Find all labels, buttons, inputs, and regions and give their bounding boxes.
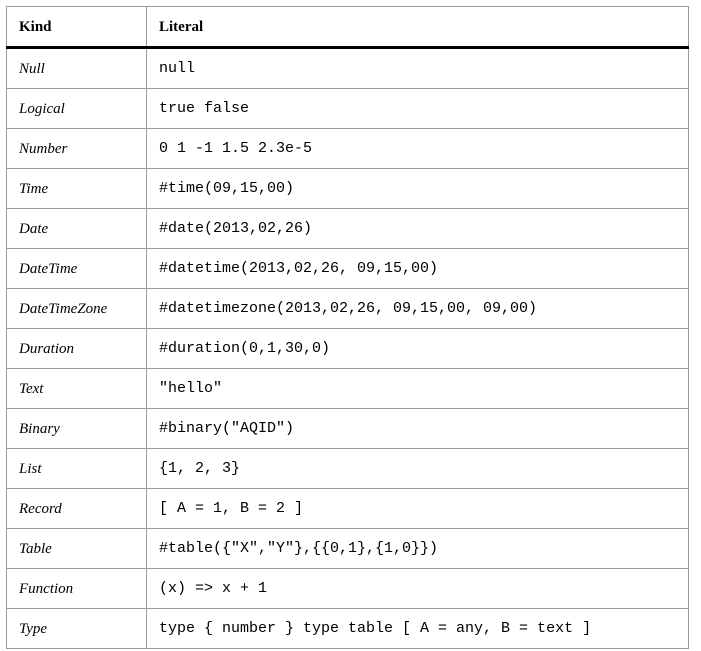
cell-kind: Duration: [7, 329, 147, 369]
table-row: DateTime #datetime(2013,02,26, 09,15,00): [7, 249, 689, 289]
cell-literal: #date(2013,02,26): [147, 209, 689, 249]
cell-literal: #time(09,15,00): [147, 169, 689, 209]
table-row: Type type { number } type table [ A = an…: [7, 609, 689, 649]
table-row: Function (x) => x + 1: [7, 569, 689, 609]
cell-kind: DateTime: [7, 249, 147, 289]
cell-kind: Date: [7, 209, 147, 249]
cell-kind: Time: [7, 169, 147, 209]
cell-literal: [ A = 1, B = 2 ]: [147, 489, 689, 529]
table-row: Logical true false: [7, 89, 689, 129]
table-row: Date #date(2013,02,26): [7, 209, 689, 249]
table-row: DateTimeZone #datetimezone(2013,02,26, 0…: [7, 289, 689, 329]
header-literal: Literal: [147, 7, 689, 48]
cell-kind: Text: [7, 369, 147, 409]
page: Kind Literal Null null Logical true fals…: [0, 0, 701, 651]
table-row: Number 0 1 -1 1.5 2.3e-5: [7, 129, 689, 169]
table-row: Time #time(09,15,00): [7, 169, 689, 209]
cell-literal: #datetime(2013,02,26, 09,15,00): [147, 249, 689, 289]
cell-literal: type { number } type table [ A = any, B …: [147, 609, 689, 649]
cell-kind: List: [7, 449, 147, 489]
cell-literal: null: [147, 48, 689, 89]
cell-kind: DateTimeZone: [7, 289, 147, 329]
table-header-row: Kind Literal: [7, 7, 689, 48]
table-row: Duration #duration(0,1,30,0): [7, 329, 689, 369]
kinds-table: Kind Literal Null null Logical true fals…: [6, 6, 689, 649]
table-row: List {1, 2, 3}: [7, 449, 689, 489]
cell-literal: true false: [147, 89, 689, 129]
table-row: Table #table({"X","Y"},{{0,1},{1,0}}): [7, 529, 689, 569]
cell-literal: #binary("AQID"): [147, 409, 689, 449]
cell-literal: #table({"X","Y"},{{0,1},{1,0}}): [147, 529, 689, 569]
cell-literal: "hello": [147, 369, 689, 409]
cell-literal: #datetimezone(2013,02,26, 09,15,00, 09,0…: [147, 289, 689, 329]
cell-kind: Function: [7, 569, 147, 609]
table-row: Binary #binary("AQID"): [7, 409, 689, 449]
cell-kind: Record: [7, 489, 147, 529]
cell-kind: Table: [7, 529, 147, 569]
table-row: Null null: [7, 48, 689, 89]
cell-literal: {1, 2, 3}: [147, 449, 689, 489]
header-kind: Kind: [7, 7, 147, 48]
cell-kind: Number: [7, 129, 147, 169]
cell-kind: Null: [7, 48, 147, 89]
cell-literal: (x) => x + 1: [147, 569, 689, 609]
cell-kind: Logical: [7, 89, 147, 129]
table-row: Text "hello": [7, 369, 689, 409]
cell-kind: Binary: [7, 409, 147, 449]
cell-kind: Type: [7, 609, 147, 649]
table-row: Record [ A = 1, B = 2 ]: [7, 489, 689, 529]
cell-literal: #duration(0,1,30,0): [147, 329, 689, 369]
cell-literal: 0 1 -1 1.5 2.3e-5: [147, 129, 689, 169]
